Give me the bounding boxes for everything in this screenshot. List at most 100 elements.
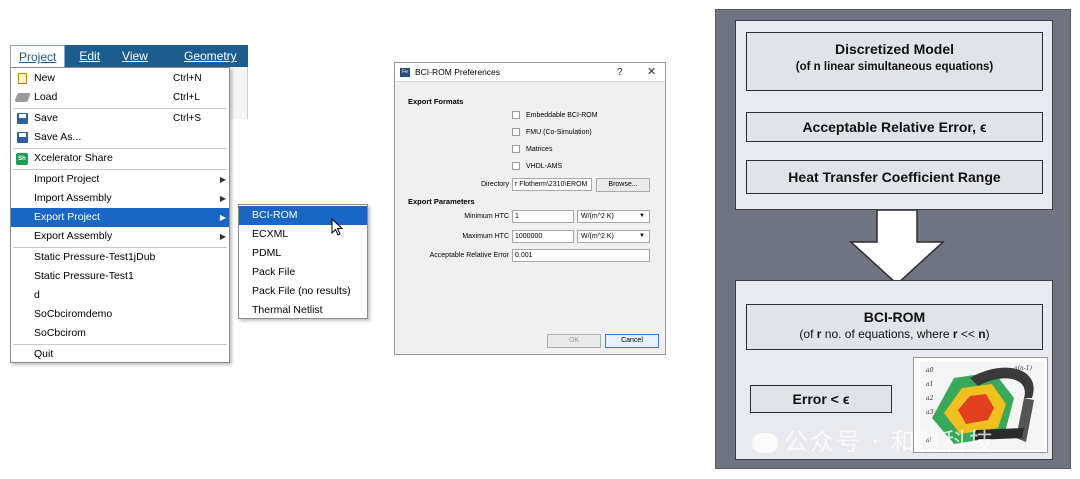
menu-item-label: Load [34,91,58,103]
export-project-submenu: BCI-ROM ECXML PDML Pack File Pack File (… [238,204,368,319]
xcelerator-share-icon: Sh [16,152,28,165]
menu-item-label: Xcelerator Share [34,152,113,164]
menubar-project[interactable]: Project [10,45,66,67]
submenu-item-pdml[interactable]: PDML [239,244,367,263]
bci-rom-title: BCI-ROM [863,309,926,325]
menu-item-label: Export Project [34,211,100,223]
menu-item-load[interactable]: Load Ctrl+L [11,88,229,107]
submenu-arrow-icon: ▶ [219,194,227,203]
submenu-arrow-icon: ▶ [219,232,227,241]
min-htc-unit-value: W/(m^2 K) [581,213,614,220]
max-htc-input[interactable]: 1000000 [512,230,574,243]
menu-item-new[interactable]: New Ctrl+N [11,69,229,88]
inputs-panel: Discretized Model (of n linear simultane… [735,20,1053,210]
browse-button[interactable]: Browse... [596,178,650,192]
discretized-model-subtitle: (of n linear simultaneous equations) [795,61,994,73]
discretized-model-title: Discretized Model [834,41,955,57]
min-htc-label: Minimum HTC [464,213,509,220]
dialog-title: BCI-ROM Preferences [415,67,501,77]
max-htc-label: Maximum HTC [462,233,509,240]
checkbox-label: Embeddable BCI-ROM [526,111,598,119]
min-htc-unit-select[interactable]: W/(m^2 K) ▼ [577,210,650,223]
menu-item-export-assembly[interactable]: Export Assembly ▶ [11,227,229,246]
menu-item-label: d [34,289,40,301]
menu-item-import-project[interactable]: Import Project ▶ [11,170,229,189]
menu-item-recent-5[interactable]: SoCbcirom [11,324,229,343]
close-button[interactable]: ✕ [647,63,656,82]
save-as-disk-icon [16,132,28,143]
chevron-down-icon: ▼ [639,213,645,219]
bci-rom-subtitle: (of r no. of equations, where r << n) [799,327,990,341]
menu-item-export-project[interactable]: Export Project ▶ [11,208,229,227]
bci-rom-preferences-dialog: Fe BCI-ROM Preferences ? ✕ Export Format… [394,62,666,355]
project-menu-panel: Project Edit View Geometry New Ctrl+N Lo… [10,45,368,363]
menu-item-label: Import Assembly [34,192,112,204]
submenu-arrow-icon: ▶ [219,175,227,184]
relative-error-label: Acceptable Relative Error [429,252,509,259]
submenu-item-pack-file[interactable]: Pack File [239,263,367,282]
menu-item-label: SoCbcirom [34,327,86,339]
menu-item-recent-4[interactable]: SoCbciromdemo [11,305,229,324]
checkbox-box[interactable] [512,128,520,136]
matrix-label: a3 [926,409,934,416]
menubar-extension [238,45,248,67]
submenu-item-bci-rom[interactable]: BCI-ROM [239,206,367,225]
checkbox-vhdl-ams[interactable]: VHDL-AMS [512,162,562,170]
menubar-geometry[interactable]: Geometry [184,45,237,67]
submenu-item-pack-file-no-results[interactable]: Pack File (no results) [239,282,367,301]
menubar-edit[interactable]: Edit [65,45,108,67]
menu-item-recent-1[interactable]: Static Pressure-Test1jDub [11,248,229,267]
dialog-body: Export Formats Embeddable BCI-ROM FMU (C… [395,83,665,355]
checkbox-box[interactable] [512,111,520,119]
menu-item-label: New [34,72,56,84]
relative-error-input[interactable]: 0.001 [512,249,650,262]
directory-field[interactable]: r Flotherm\2310\EROM [512,178,592,191]
export-formats-heading: Export Formats [408,97,464,106]
checkbox-box[interactable] [512,162,520,170]
checkbox-embeddable-bci-rom[interactable]: Embeddable BCI-ROM [512,111,598,119]
toolbar-strip [228,67,248,119]
project-dropdown: New Ctrl+N Load Ctrl+L Save Ctrl+S Save … [10,67,230,363]
checkbox-label: Matrices [526,145,553,153]
menu-item-label: SoCbciromdemo [34,308,113,320]
min-htc-input[interactable]: 1 [512,210,574,223]
wechat-icon [752,433,778,453]
menu-item-label: Quit [34,348,54,360]
checkbox-fmu[interactable]: FMU (Co-Simulation) [512,128,592,136]
load-folder-icon [13,93,31,102]
directory-label: Directory [480,181,509,188]
checkbox-box[interactable] [512,145,520,153]
menu-item-shortcut: Ctrl+S [173,113,202,124]
checkbox-label: VHDL-AMS [526,162,563,170]
submenu-item-thermal-netlist[interactable]: Thermal Netlist [239,301,367,320]
menu-item-label: Static Pressure-Test1 [34,270,134,282]
menu-item-shortcut: Ctrl+N [173,73,202,84]
save-disk-icon [16,113,28,124]
help-button[interactable]: ? [617,63,623,82]
matrix-label: a1 [926,381,933,388]
menu-item-recent-2[interactable]: Static Pressure-Test1 [11,267,229,286]
cancel-button[interactable]: Cancel [605,334,659,348]
bci-rom-workflow-diagram: Discretized Model (of n linear simultane… [715,9,1071,469]
menu-item-save[interactable]: Save Ctrl+S [11,109,229,128]
matrix-label: a2 [926,395,934,402]
matrix-label: a(n-1) [1014,365,1033,372]
menu-item-import-assembly[interactable]: Import Assembly ▶ [11,189,229,208]
watermark-text: 公众号 · 和粒科技 [752,422,995,457]
max-htc-unit-value: W/(m^2 K) [581,233,614,240]
menu-item-quit[interactable]: Quit [11,345,229,364]
discretized-model-box: Discretized Model (of n linear simultane… [746,32,1043,91]
ok-button[interactable]: OK [547,334,601,348]
menu-item-recent-3[interactable]: d [11,286,229,305]
menu-item-xcelerator-share[interactable]: Sh Xcelerator Share [11,149,229,168]
menu-item-save-as[interactable]: Save As... [11,128,229,147]
app-logo-icon: Fe [400,68,410,77]
menubar-view[interactable]: View [108,45,156,67]
mouse-cursor-icon [331,218,344,236]
checkbox-label: FMU (Co-Simulation) [526,128,592,136]
submenu-item-ecxml[interactable]: ECXML [239,225,367,244]
checkbox-matrices[interactable]: Matrices [512,145,552,153]
menu-item-label: Save [34,112,58,124]
menu-item-label: Static Pressure-Test1jDub [34,251,156,263]
max-htc-unit-select[interactable]: W/(m^2 K) ▼ [577,230,650,243]
